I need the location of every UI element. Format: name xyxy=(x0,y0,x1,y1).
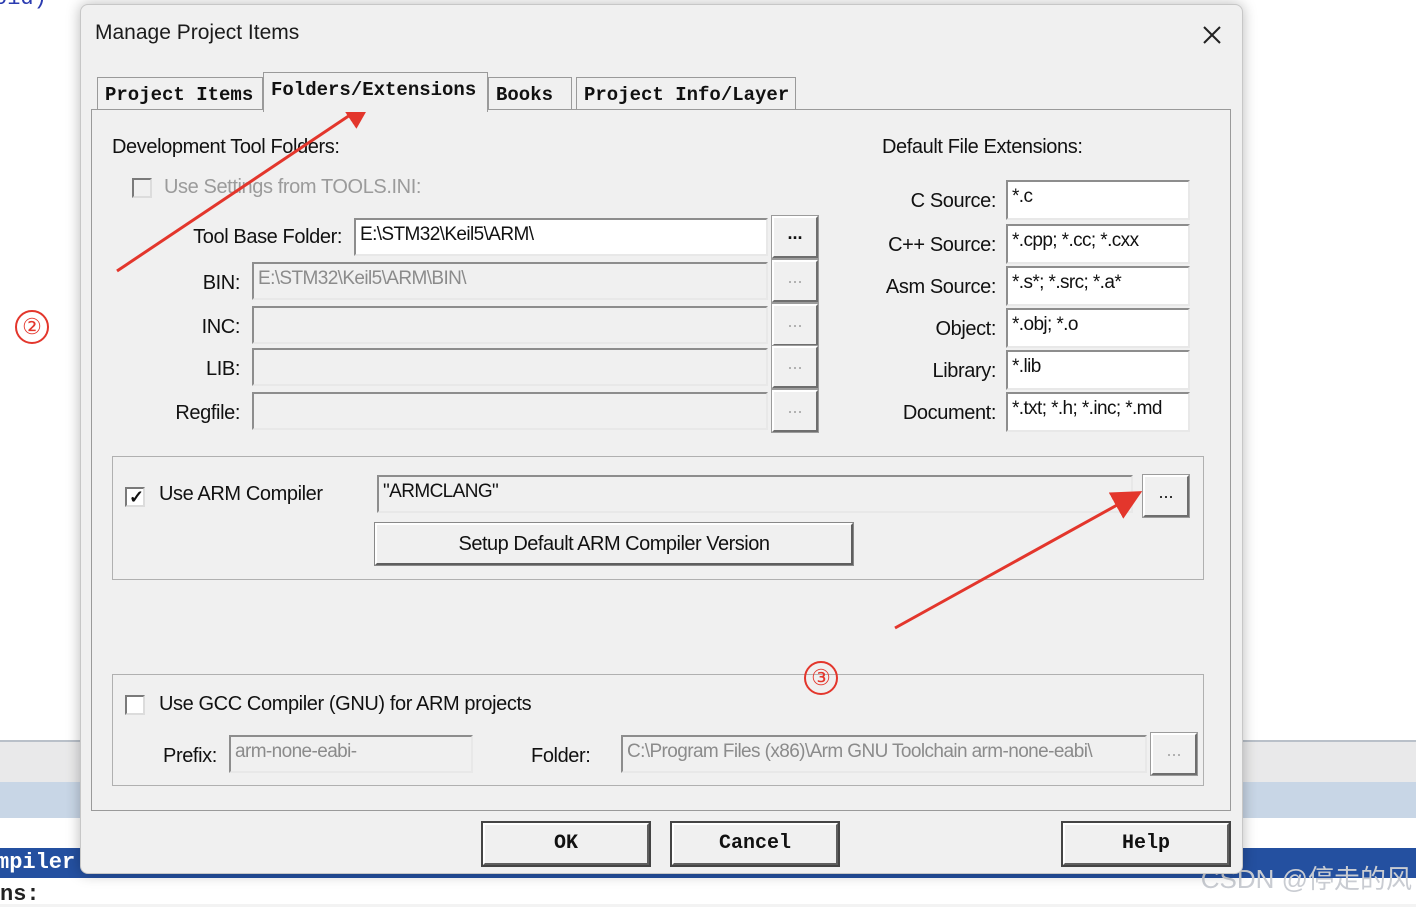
library-field[interactable]: *.lib xyxy=(1006,350,1190,390)
editor-code-fragment: oid) xyxy=(0,0,47,11)
asm-source-label: Asm Source: xyxy=(885,276,996,298)
tab-panel-folders-extensions: Development Tool Folders: Use Settings f… xyxy=(91,109,1231,811)
annotation-marker-2: ② xyxy=(15,310,49,344)
regfile-field[interactable] xyxy=(252,392,768,430)
close-button[interactable] xyxy=(1196,19,1228,51)
gcc-folder-browse-button[interactable]: ... xyxy=(1150,732,1198,776)
gcc-folder-field[interactable]: C:\Program Files (x86)\Arm GNU Toolchain… xyxy=(621,735,1147,773)
asm-source-field[interactable]: *.s*; *.src; *.a* xyxy=(1006,266,1190,306)
tab-books[interactable]: Books xyxy=(488,77,572,111)
bin-field[interactable]: E:\STM32\Keil5\ARM\BIN\ xyxy=(252,262,768,300)
bin-label: BIN: xyxy=(202,272,241,294)
folder-label: Folder: xyxy=(531,745,591,767)
tool-base-folder-browse-button[interactable]: ... xyxy=(771,215,819,259)
output-text-compiler: mpiler xyxy=(0,850,76,875)
annotation-marker-3: ③ xyxy=(804,661,838,695)
file-extensions-heading: Default File Extensions: xyxy=(882,136,1083,158)
lib-label: LIB: xyxy=(206,358,240,380)
use-arm-compiler-label: Use ARM Compiler xyxy=(159,483,323,505)
checkmark-icon: ✓ xyxy=(129,487,145,507)
cancel-button[interactable]: Cancel xyxy=(670,821,840,867)
bin-browse-button[interactable]: ... xyxy=(771,259,819,303)
object-label: Object: xyxy=(935,318,996,340)
tool-base-folder-label: Tool Base Folder: xyxy=(193,226,342,248)
gcc-compiler-group: Use GCC Compiler (GNU) for ARM projects … xyxy=(112,674,1204,786)
use-arm-compiler-checkbox[interactable]: ✓ xyxy=(125,487,145,507)
use-gcc-compiler-checkbox[interactable] xyxy=(125,695,145,715)
document-field[interactable]: *.txt; *.h; *.inc; *.md xyxy=(1006,392,1190,432)
document-label: Document: xyxy=(902,402,997,424)
ok-button[interactable]: OK xyxy=(481,821,651,867)
c-source-label: C Source: xyxy=(910,190,997,212)
output-text-ns: ns: xyxy=(0,882,40,907)
help-button[interactable]: Help xyxy=(1061,821,1231,867)
tool-folders-heading: Development Tool Folders: xyxy=(112,136,340,158)
lib-browse-button[interactable]: ... xyxy=(771,345,819,389)
setup-default-arm-compiler-button[interactable]: Setup Default ARM Compiler Version xyxy=(374,522,854,566)
lib-field[interactable] xyxy=(252,348,768,386)
tab-project-items[interactable]: Project Items xyxy=(97,77,263,111)
inc-label: INC: xyxy=(201,316,241,338)
prefix-label: Prefix: xyxy=(163,745,217,767)
inc-browse-button[interactable]: ... xyxy=(771,303,819,347)
c-source-field[interactable]: *.c xyxy=(1006,180,1190,220)
tool-base-folder-field[interactable]: E:\STM32\Keil5\ARM\ xyxy=(354,218,768,256)
arm-compiler-field[interactable]: "ARMCLANG" xyxy=(377,475,1133,513)
arm-compiler-browse-button[interactable]: ... xyxy=(1142,474,1190,518)
use-tools-ini-label: Use Settings from TOOLS.INI: xyxy=(164,176,422,198)
regfile-label: Regfile: xyxy=(175,402,240,424)
tab-folders-extensions[interactable]: Folders/Extensions xyxy=(263,72,488,112)
dialog-title: Manage Project Items xyxy=(95,21,300,44)
manage-project-items-dialog: Manage Project Items Project Items Folde… xyxy=(80,4,1243,874)
regfile-browse-button[interactable]: ... xyxy=(771,389,819,433)
arm-compiler-group: ✓ Use ARM Compiler "ARMCLANG" ... Setup … xyxy=(112,456,1204,580)
use-tools-ini-checkbox[interactable] xyxy=(132,178,152,198)
inc-field[interactable] xyxy=(252,306,768,344)
tab-project-info-layer[interactable]: Project Info/Layer xyxy=(576,77,796,111)
prefix-field[interactable]: arm-none-eabi- xyxy=(229,735,473,773)
library-label: Library: xyxy=(932,360,997,382)
use-gcc-compiler-label: Use GCC Compiler (GNU) for ARM projects xyxy=(159,693,532,715)
cpp-source-label: C++ Source: xyxy=(888,234,996,256)
close-icon xyxy=(1203,26,1221,44)
cpp-source-field[interactable]: *.cpp; *.cc; *.cxx xyxy=(1006,224,1190,264)
object-field[interactable]: *.obj; *.o xyxy=(1006,308,1190,348)
